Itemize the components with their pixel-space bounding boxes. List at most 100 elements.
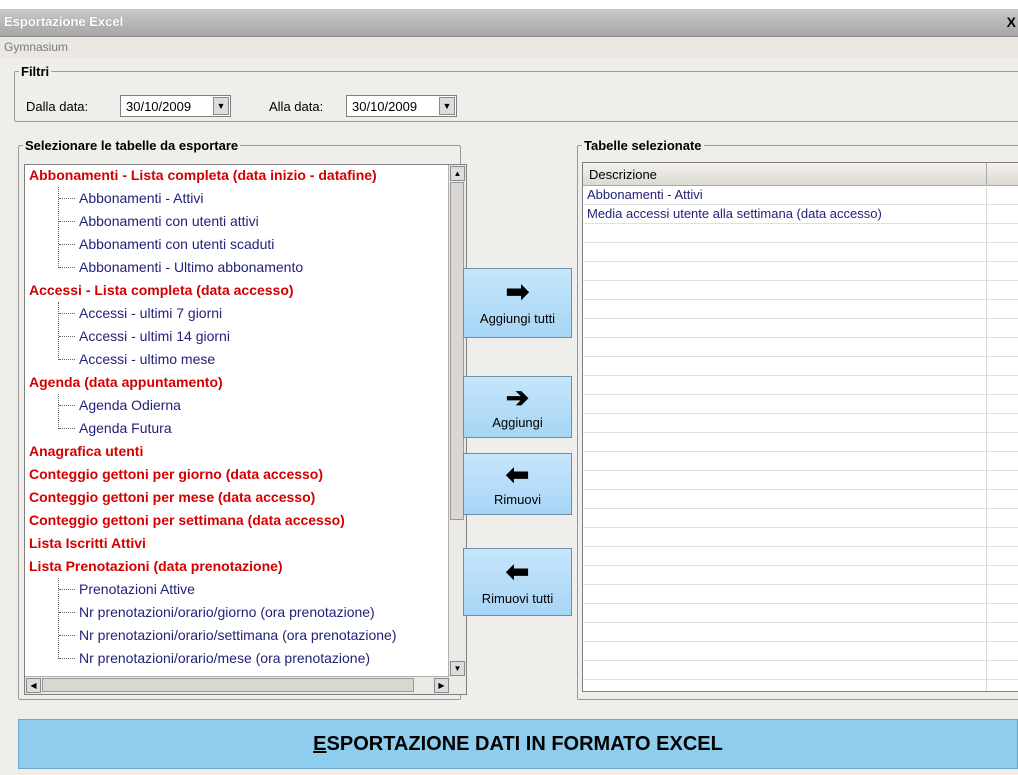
tree-group-item[interactable]: Conteggio gettoni per mese (data accesso… — [29, 486, 315, 509]
tree-connector-line — [58, 394, 59, 429]
scroll-up-icon[interactable]: ▲ — [450, 166, 465, 181]
tree-group-item[interactable]: Lista Prenotazioni (data prenotazione) — [29, 555, 283, 578]
add-label: Aggiungi — [492, 415, 543, 430]
add-button[interactable]: ➔ Aggiungi — [463, 376, 572, 438]
main-frame: Filtri Dalla data: 30/10/2009 ▼ Alla dat… — [0, 58, 1018, 775]
subtitle-bar: Gymnasium — [0, 37, 1018, 59]
tree-child-item[interactable]: Abbonamenti - Ultimo abbonamento — [58, 256, 303, 279]
column-separator — [986, 163, 987, 185]
table-row[interactable] — [583, 261, 1018, 281]
table-row[interactable] — [583, 356, 1018, 376]
tree-child-item[interactable]: Abbonamenti - Attivi — [59, 187, 204, 210]
tree-child-item[interactable]: Nr prenotazioni/orario/settimana (ora pr… — [59, 624, 397, 647]
table-row[interactable] — [583, 489, 1018, 509]
table-row[interactable] — [583, 641, 1018, 661]
from-date-value: 30/10/2009 — [126, 99, 192, 114]
table-row[interactable] — [583, 413, 1018, 433]
tree-child-item[interactable]: Nr prenotazioni/orario/mese (ora prenota… — [58, 647, 370, 670]
tree-connector-line — [58, 302, 59, 360]
close-icon[interactable]: X — [1007, 14, 1016, 30]
double-arrow-right-icon: ➡ — [505, 276, 530, 307]
window-title: Esportazione Excel — [4, 14, 124, 29]
arrow-left-icon: ⬅ — [505, 459, 530, 490]
to-date-combo[interactable]: 30/10/2009 ▼ — [346, 95, 457, 117]
scroll-left-icon[interactable]: ◀ — [26, 678, 41, 693]
chevron-down-icon[interactable]: ▼ — [213, 97, 229, 115]
table-row[interactable] — [583, 660, 1018, 680]
app-subtitle: Gymnasium — [4, 40, 69, 54]
export-hotkey-letter: E — [313, 733, 327, 755]
tree-child-item[interactable]: Prenotazioni Attive — [59, 578, 195, 601]
table-row[interactable] — [583, 318, 1018, 338]
to-date-value: 30/10/2009 — [352, 99, 418, 114]
scroll-thumb[interactable] — [450, 182, 464, 520]
column-header-description[interactable]: Descrizione — [589, 167, 657, 182]
tree-child-item[interactable]: Accessi - ultimo mese — [58, 348, 215, 371]
chevron-down-icon[interactable]: ▼ — [439, 97, 455, 115]
table-row[interactable] — [583, 223, 1018, 243]
tree-connector-line — [58, 187, 59, 268]
tree-group-item[interactable]: Accessi - Lista completa (data accesso) — [29, 279, 294, 302]
table-row[interactable] — [583, 337, 1018, 357]
tree-child-item[interactable]: Agenda Futura — [59, 417, 172, 440]
selected-tables-grid[interactable]: Descrizione Abbonamenti - Attivi Media ac… — [582, 162, 1018, 692]
tree-group-item[interactable]: Anagrafica utenti — [29, 440, 143, 463]
table-row[interactable] — [583, 242, 1018, 262]
table-row[interactable] — [583, 603, 1018, 623]
table-row[interactable]: Abbonamenti - Attivi — [583, 185, 1018, 205]
tree-group-item[interactable]: Conteggio gettoni per settimana (data ac… — [29, 509, 345, 532]
table-row[interactable] — [583, 565, 1018, 585]
tree-group-item[interactable]: Lista Iscritti Attivi — [29, 532, 146, 555]
from-date-combo[interactable]: 30/10/2009 ▼ — [120, 95, 231, 117]
filters-group: Filtri Dalla data: 30/10/2009 ▼ Alla dat… — [14, 64, 1018, 122]
table-row[interactable] — [583, 375, 1018, 395]
table-row[interactable] — [583, 432, 1018, 452]
table-row[interactable] — [583, 622, 1018, 642]
remove-label: Rimuovi — [494, 492, 541, 507]
grid-header: Descrizione — [583, 163, 1018, 186]
tree-child-item[interactable]: Abbonamenti con utenti attivi — [59, 210, 259, 233]
table-row[interactable] — [583, 394, 1018, 414]
remove-all-label: Rimuovi tutti — [481, 591, 554, 606]
export-excel-button[interactable]: ESPORTAZIONE DATI IN FORMATO EXCEL — [18, 719, 1018, 769]
table-row[interactable] — [583, 527, 1018, 547]
table-row[interactable] — [583, 584, 1018, 604]
table-row[interactable] — [583, 546, 1018, 566]
tables-tree[interactable]: Media accessi utente alla settimana (dat… — [24, 164, 467, 695]
table-row[interactable] — [583, 470, 1018, 490]
remove-all-button[interactable]: ⬅ Rimuovi tutti — [463, 548, 572, 616]
tree-connector-line — [58, 578, 59, 659]
scroll-down-icon[interactable]: ▼ — [450, 661, 465, 676]
to-date-label: Alla data: — [269, 99, 324, 114]
remove-button[interactable]: ⬅ Rimuovi — [463, 453, 572, 515]
export-label: SPORTAZIONE DATI IN FORMATO EXCEL — [326, 733, 723, 755]
table-row[interactable] — [583, 280, 1018, 300]
from-date-label: Dalla data: — [26, 99, 89, 114]
tree-child-item[interactable]: Abbonamenti con utenti scaduti — [58, 233, 274, 256]
tree-group-item[interactable]: Conteggio gettoni per giorno (data acces… — [29, 463, 323, 486]
table-row[interactable] — [583, 451, 1018, 471]
add-all-label: Aggiungi tutti — [479, 311, 556, 326]
filters-title: Filtri — [21, 64, 50, 79]
tree-child-item[interactable]: Nr prenotazioni/orario/giorno (ora preno… — [59, 601, 375, 624]
table-cell-description: Media accessi utente alla settimana (dat… — [587, 206, 882, 221]
table-row[interactable] — [583, 299, 1018, 319]
double-arrow-left-icon: ⬅ — [505, 556, 530, 587]
hscroll-thumb[interactable] — [42, 678, 414, 692]
tree-child-item[interactable]: Accessi - ultimi 7 giorni — [58, 302, 222, 325]
tree-group-item[interactable]: Abbonamenti - Lista completa (data inizi… — [29, 165, 377, 187]
tree-group-item[interactable]: Agenda (data appuntamento) — [29, 371, 223, 394]
table-cell-description: Abbonamenti - Attivi — [587, 187, 703, 202]
selected-tables-title: Tabelle selezionate — [584, 138, 702, 153]
add-all-button[interactable]: ➡ Aggiungi tutti — [463, 268, 572, 338]
horizontal-scrollbar[interactable]: ◀ ▶ — [25, 676, 450, 694]
tables-selection-title: Selezionare le tabelle da esportare — [25, 138, 239, 153]
scroll-right-icon[interactable]: ▶ — [434, 678, 449, 693]
tree-child-item[interactable]: Accessi - ultimi 14 giorni — [59, 325, 230, 348]
table-row[interactable] — [583, 508, 1018, 528]
title-bar: Esportazione Excel X — [0, 9, 1018, 37]
table-row[interactable]: Media accessi utente alla settimana (dat… — [583, 204, 1018, 224]
tree-child-item[interactable]: Agenda Odierna — [59, 394, 181, 417]
scroll-corner — [449, 677, 466, 694]
arrow-right-icon: ➔ — [505, 382, 530, 413]
